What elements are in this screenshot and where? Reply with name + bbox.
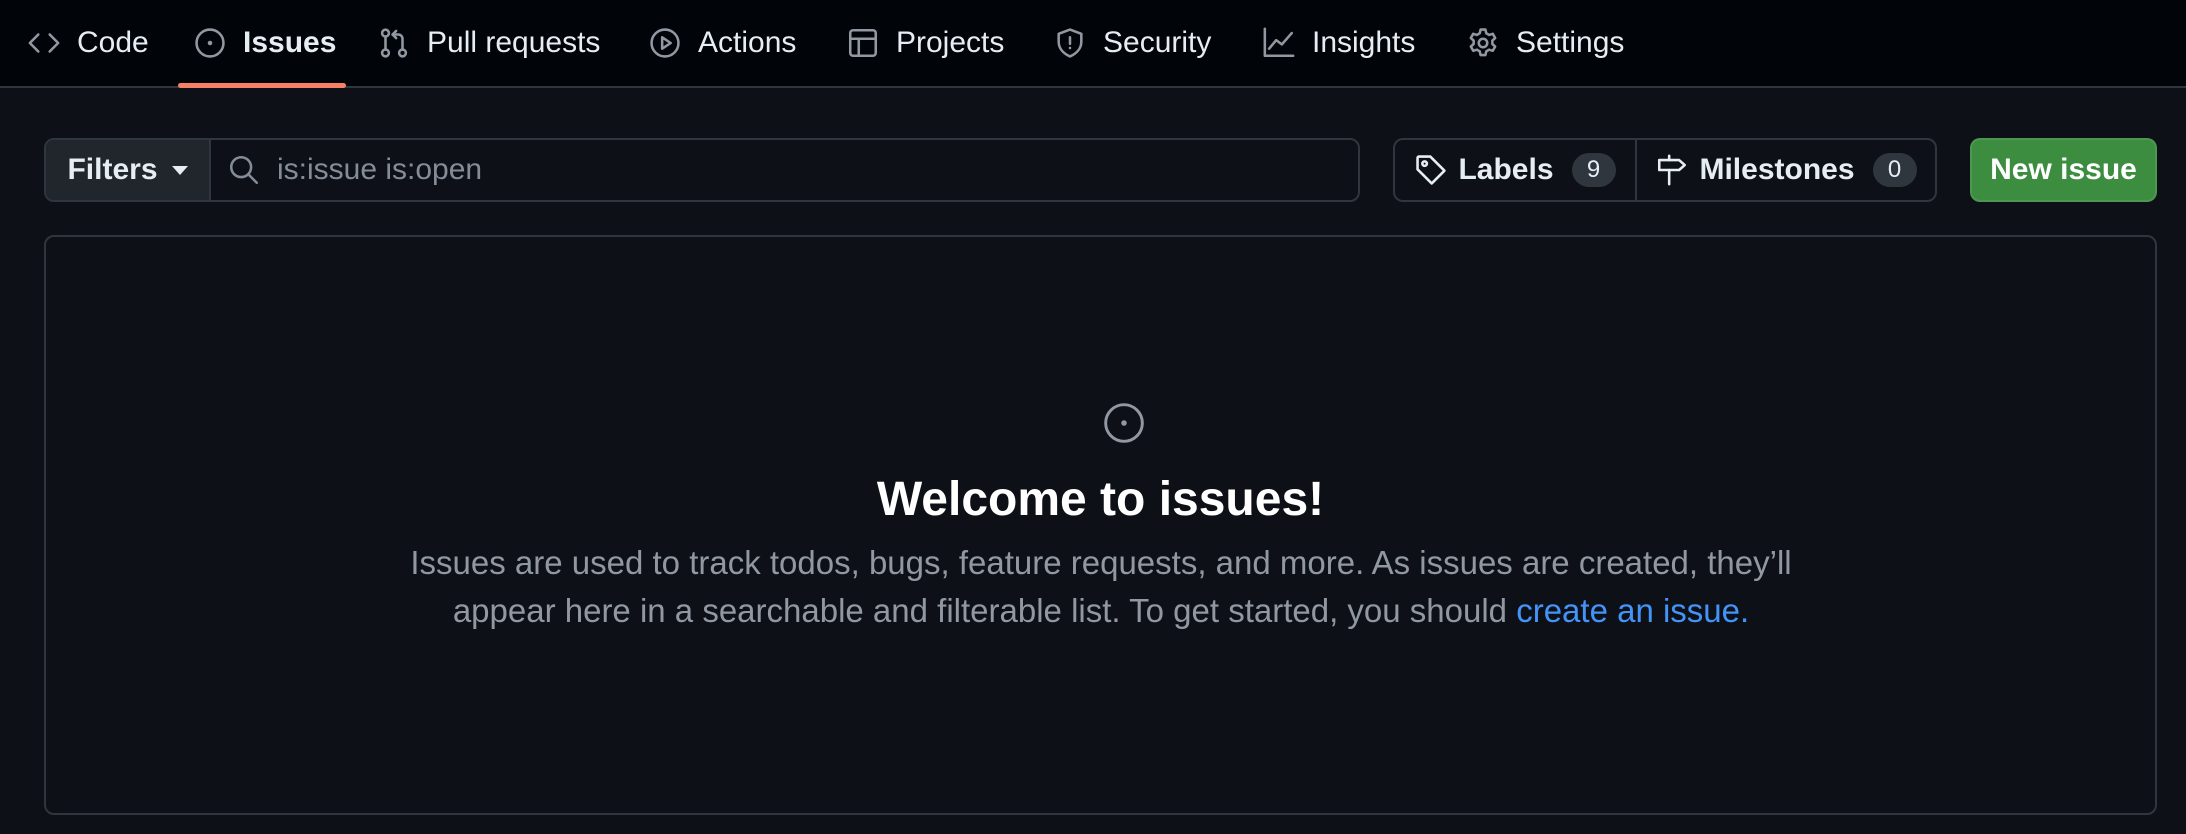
issue-opened-icon — [1102, 401, 1146, 445]
milestones-label: Milestones — [1699, 153, 1855, 186]
tab-issues[interactable]: Issues — [193, 0, 336, 86]
filter-search-group: Filters — [44, 138, 1360, 202]
tab-settings[interactable]: Settings — [1466, 0, 1624, 86]
repo-nav: Code Issues Pull requests Actions Projec… — [0, 0, 2186, 88]
tab-security[interactable]: Security — [1053, 0, 1211, 86]
play-icon — [648, 26, 682, 60]
labels-count-badge: 9 — [1571, 153, 1616, 187]
issue-search-input[interactable] — [275, 140, 1358, 200]
tab-actions[interactable]: Actions — [648, 0, 796, 86]
issues-blankslate: Welcome to issues! Issues are used to tr… — [44, 235, 2157, 815]
tab-label: Pull requests — [427, 26, 601, 59]
milestones-count-badge: 0 — [1872, 153, 1917, 187]
tab-label: Code — [77, 26, 149, 59]
graph-icon — [1262, 26, 1296, 60]
milestone-icon — [1655, 153, 1689, 187]
table-icon — [846, 26, 880, 60]
tab-label: Issues — [243, 26, 337, 59]
tab-projects[interactable]: Projects — [846, 0, 1004, 86]
tab-code[interactable]: Code — [27, 0, 149, 86]
tab-label: Settings — [1516, 26, 1625, 59]
labels-milestones-group: Labels 9 Milestones 0 — [1393, 138, 1937, 202]
gear-icon — [1466, 26, 1500, 60]
issue-opened-icon — [193, 26, 227, 60]
tab-insights[interactable]: Insights — [1262, 0, 1415, 86]
active-tab-indicator — [178, 83, 346, 88]
labels-button[interactable]: Labels 9 — [1395, 140, 1637, 200]
search-wrapper — [211, 140, 1358, 200]
shield-icon — [1053, 26, 1087, 60]
milestones-button[interactable]: Milestones 0 — [1637, 140, 1935, 200]
search-icon — [227, 153, 261, 187]
tab-pull-requests[interactable]: Pull requests — [377, 0, 600, 86]
tag-icon — [1414, 153, 1448, 187]
code-icon — [27, 26, 61, 60]
filters-label: Filters — [67, 153, 158, 186]
tab-label: Security — [1103, 26, 1212, 59]
blankslate-description: Issues are used to track todos, bugs, fe… — [396, 539, 1806, 635]
git-pull-request-icon — [377, 26, 411, 60]
tab-label: Insights — [1312, 26, 1416, 59]
triangle-down-icon — [171, 165, 188, 175]
create-issue-link[interactable]: create an issue. — [1516, 592, 1749, 629]
labels-label: Labels — [1458, 153, 1554, 186]
new-issue-button[interactable]: New issue — [1970, 138, 2157, 202]
blankslate-title: Welcome to issues! — [876, 473, 1325, 526]
tab-label: Actions — [698, 26, 797, 59]
filters-dropdown-button[interactable]: Filters — [46, 140, 211, 200]
tab-label: Projects — [896, 26, 1005, 59]
